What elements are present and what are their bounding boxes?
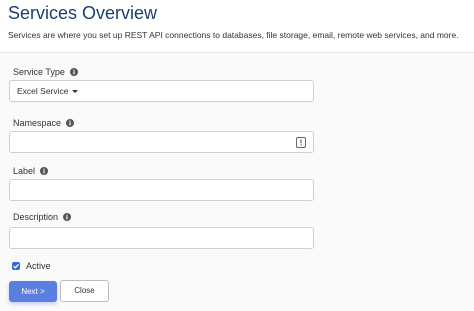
page-header: Services Overview Services are where you… bbox=[0, 0, 474, 53]
service-type-label-row: Service Type bbox=[13, 67, 78, 77]
active-checkbox[interactable] bbox=[12, 262, 20, 270]
description-label-row: Description bbox=[13, 212, 72, 222]
page-title: Services Overview bbox=[8, 3, 158, 23]
caret-down-icon bbox=[71, 90, 78, 94]
namespace-input[interactable] bbox=[9, 131, 314, 153]
info-icon[interactable] bbox=[69, 68, 78, 76]
namespace-label: Namespace bbox=[13, 118, 62, 128]
info-icon[interactable] bbox=[40, 167, 49, 175]
page-description: Services are where you set up REST API c… bbox=[8, 30, 459, 40]
info-icon[interactable] bbox=[63, 213, 72, 221]
next-button[interactable]: Next > bbox=[9, 281, 57, 302]
service-type-value: Excel Service bbox=[17, 86, 69, 96]
description-label: Description bbox=[13, 212, 59, 222]
description-input[interactable] bbox=[9, 227, 314, 249]
active-label: Active bbox=[26, 261, 51, 271]
info-icon[interactable] bbox=[66, 119, 75, 127]
namespace-label-row: Namespace bbox=[13, 118, 75, 128]
list-icon[interactable] bbox=[296, 137, 306, 148]
service-type-value-wrap: Excel Service bbox=[17, 86, 78, 96]
label-input[interactable] bbox=[9, 179, 314, 201]
checkmark-icon bbox=[13, 263, 19, 269]
label-field-label-row: Label bbox=[13, 166, 49, 176]
label-field-label: Label bbox=[13, 166, 36, 176]
close-button[interactable]: Close bbox=[60, 280, 109, 302]
services-overview-page: Services Overview Services are where you… bbox=[0, 0, 474, 311]
service-type-select[interactable]: Excel Service bbox=[9, 80, 314, 102]
service-type-label: Service Type bbox=[13, 67, 65, 77]
